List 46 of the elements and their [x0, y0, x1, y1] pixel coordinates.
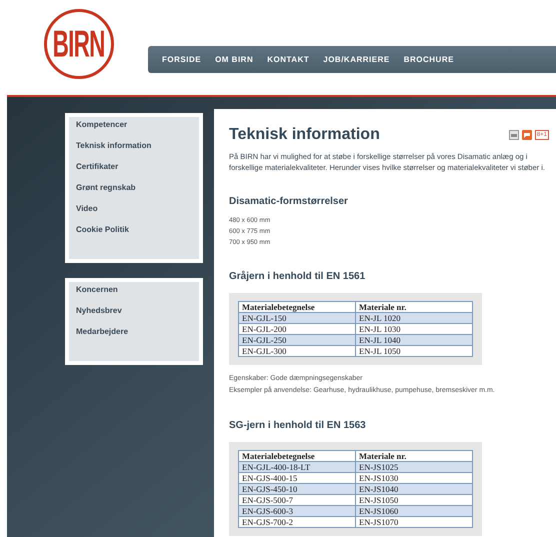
table-cell: EN-GJS-600-3: [238, 506, 356, 516]
column-header: Materiale nr.: [356, 302, 472, 312]
sidebar-link[interactable]: Cookie Politik: [76, 224, 192, 245]
table-cell: EN-GJL-400-18-LT: [238, 462, 356, 472]
column-header: Materiale nr.: [356, 450, 472, 462]
sidebar-link[interactable]: Nyhedsbrev: [76, 305, 192, 326]
table-cell: EN-GJL-200: [238, 324, 356, 334]
nav-link[interactable]: JOB/KARRIERE: [323, 54, 390, 66]
print-icon[interactable]: [508, 130, 519, 140]
table-cell: EN-JS1030: [356, 472, 472, 484]
table-cell: EN-GJL-150: [238, 312, 356, 324]
nav-link[interactable]: OM BIRN: [215, 54, 254, 66]
table-cell: EN-GJL-300: [238, 346, 356, 356]
section-heading: SG-jern i henhold til EN 1563: [229, 419, 367, 433]
table-cell: EN-JL 1050: [356, 346, 472, 356]
section-heading: Disamatic-formstørrelser: [229, 195, 349, 209]
table-cell: EN-JS1060: [356, 506, 472, 516]
table-cell: EN-GJS-450-10: [238, 484, 356, 494]
sidebar-link[interactable]: Medarbejdere: [76, 326, 192, 347]
section-heading: Gråjern i henhold til EN 1561: [229, 270, 366, 284]
table-cell: EN-JL 1030: [356, 324, 472, 334]
sidebar-link[interactable]: Certifikater: [76, 161, 192, 182]
table-cell: EN-JS1025: [356, 462, 472, 472]
table-cell: EN-GJS-700-2: [238, 516, 356, 528]
table-cell: EN-JS1070: [356, 516, 472, 528]
table-cell: EN-JS1050: [356, 494, 472, 506]
column-header: Materialebetegnelse: [238, 302, 356, 312]
nav-link[interactable]: BROCHURE: [404, 54, 454, 66]
table-cell: EN-GJL-250: [238, 334, 356, 346]
logo[interactable]: BIRN: [44, 9, 114, 79]
table-cell: EN-GJS-400-15: [238, 472, 356, 484]
table-cell: EN-JS1040: [356, 484, 472, 494]
table-cell: EN-JL 1040: [356, 334, 472, 346]
nav-link[interactable]: KONTAKT: [267, 54, 310, 66]
sidebar-link[interactable]: Video: [76, 203, 192, 224]
sidebar-link[interactable]: Teknisk information: [76, 140, 192, 161]
sidebar-link[interactable]: Koncernen: [76, 284, 192, 305]
logo-text: BIRN: [53, 22, 105, 67]
sidebar-link[interactable]: Kompetencer: [76, 119, 192, 140]
page-title: Teknisk information: [229, 125, 380, 145]
table-cell: EN-JL 1020: [356, 312, 472, 324]
sidebar-link[interactable]: Grønt regnskab: [76, 182, 192, 203]
table-cell: EN-GJS-500-7: [238, 494, 356, 506]
column-header: Materialebetegnelse: [238, 450, 356, 462]
comment-icon[interactable]: [522, 130, 532, 140]
nav-link[interactable]: FORSIDE: [162, 54, 202, 66]
